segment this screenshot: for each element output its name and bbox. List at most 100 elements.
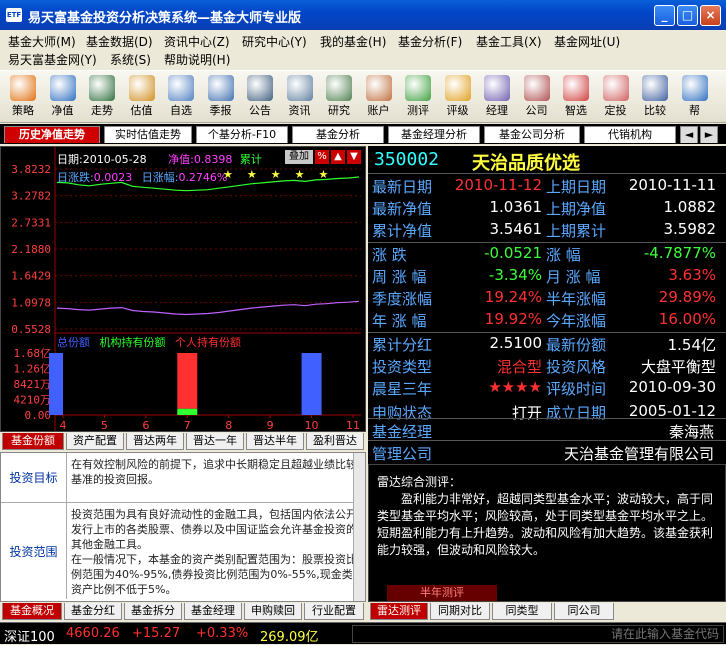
toolbar-smart-select-button[interactable]: 智选: [559, 75, 593, 122]
tab-dividends[interactable]: 基金分红: [64, 603, 122, 620]
tab-fund-analysis[interactable]: 基金分析: [292, 126, 384, 143]
stat-value: 2010-09-30: [628, 378, 716, 396]
toolbar-strategy-button[interactable]: 策略: [6, 75, 40, 122]
stack-button[interactable]: 叠加: [285, 150, 313, 164]
menu-info-center[interactable]: 资讯中心(Z): [164, 33, 230, 50]
tab-history-nav[interactable]: 历史净值走势: [4, 126, 100, 143]
tab-company-analysis[interactable]: 基金公司分析: [484, 126, 580, 143]
toolbar-evaluation-button[interactable]: 测评: [401, 75, 435, 122]
tab-fund-shares[interactable]: 基金份额: [2, 433, 64, 450]
menu-fund-analysis[interactable]: 基金分析(F): [398, 33, 462, 50]
fund-detail-panel: 350002 天治品质优选 最新日期 2010-11-12 上期日期 2010-11-…: [368, 146, 726, 464]
stat-label: 月 涨 幅: [546, 268, 601, 286]
close-button[interactable]: ×: [700, 5, 721, 26]
stat-value: 2.5100: [489, 334, 543, 352]
date-value: 2010-05-28: [82, 153, 147, 166]
title-bar: ETF 易天富基金投资分析决策系统—基金大师专业版 _ □ ×: [0, 0, 726, 30]
scope-label: 投资范围: [1, 503, 67, 599]
menu-fund-urls[interactable]: 基金网址(U): [554, 33, 620, 50]
bar-x-tick-label: 6: [142, 419, 149, 431]
stat-label: 今年涨幅: [546, 312, 607, 330]
menu-help[interactable]: 帮助说明(H): [164, 51, 230, 68]
zoom-in-icon[interactable]: ▲: [331, 150, 345, 164]
company-label: 管理公司: [372, 445, 433, 463]
toolbar-nav-button[interactable]: 净值: [46, 75, 80, 122]
toolbar-label: 比较: [644, 104, 666, 117]
tab-agencies[interactable]: 代销机构: [584, 126, 676, 143]
stat-label: 晨星三年: [372, 380, 433, 398]
tab-scroll-left-button[interactable]: ◄: [680, 126, 698, 143]
toolbar-fixed-invest-button[interactable]: 定投: [599, 75, 633, 122]
index-change: +15.27: [132, 626, 181, 641]
tab-realtime-valuation[interactable]: 实时估值走势: [104, 126, 192, 143]
company-icon: [523, 75, 550, 101]
menu-fund-master[interactable]: 基金大师(M): [8, 33, 76, 50]
toolbar-announcement-button[interactable]: 公告: [243, 75, 277, 122]
maximize-button[interactable]: □: [677, 5, 698, 26]
tab-period-compare[interactable]: 同期对比: [430, 603, 490, 620]
tab-two-year[interactable]: 晋达两年: [126, 433, 184, 450]
tab-split[interactable]: 基金拆分: [124, 603, 182, 620]
toolbar-account-button[interactable]: 账户: [362, 75, 396, 122]
divider: [368, 332, 726, 333]
toolbar-label: 账户: [367, 104, 390, 117]
toolbar-label: 经理: [486, 104, 508, 117]
tab-manager-analysis[interactable]: 基金经理分析: [388, 126, 480, 143]
tab-f10[interactable]: 个基分析-F10: [196, 126, 288, 143]
tab-asset-allocation[interactable]: 资产配置: [66, 433, 124, 450]
menu-system[interactable]: 系统(S): [110, 51, 151, 68]
zoom-out-icon[interactable]: ▼: [347, 150, 361, 164]
toolbar-compare-button[interactable]: 比较: [638, 75, 672, 122]
index-volume: 269.09亿: [260, 630, 319, 645]
chart-info-row2: 日涨跌:0.0023 日涨幅:0.2746%: [57, 169, 227, 185]
fund-code-input[interactable]: [352, 625, 724, 643]
personal-share-bar: [177, 353, 198, 409]
toolbar-research-button[interactable]: 研究: [322, 75, 356, 122]
menu-research-center[interactable]: 研究中心(Y): [242, 33, 307, 50]
bar-y-tick-label: 1.68亿: [14, 347, 52, 360]
toolbar-manager-button[interactable]: 经理: [480, 75, 514, 122]
dividend-markers: ★★★★★: [223, 168, 343, 181]
tab-same-type[interactable]: 同类型: [492, 603, 552, 620]
toolbar-watchlist-button[interactable]: 自选: [164, 75, 198, 122]
tab-manager[interactable]: 基金经理: [184, 603, 242, 620]
bar-x-tick-label: 10: [305, 419, 319, 431]
app-logo-icon: ETF: [6, 8, 22, 22]
fund-code: 350002: [374, 149, 440, 170]
toolbar-label: 评级: [446, 104, 469, 117]
toolbar-label: 公司: [525, 104, 548, 117]
tab-radar-review[interactable]: 雷达测评: [370, 603, 428, 620]
scope-row: 投资范围 投资范围为具有良好流动性的金融工具，包括国内依法公开发行上市的各类股票…: [1, 503, 363, 599]
toolbar-help-button[interactable]: 帮: [678, 75, 712, 122]
stat-value: 3.63%: [668, 266, 716, 284]
window-title: 易天富基金投资分析决策系统—基金大师专业版: [28, 11, 302, 26]
toolbar-valuation-button[interactable]: 估值: [125, 75, 159, 122]
stat-label: 季度涨幅: [372, 290, 433, 308]
menu-etf-site[interactable]: 易天富基金网(Y): [8, 51, 97, 68]
percent-button[interactable]: %: [315, 150, 329, 164]
tab-scroll-right-button[interactable]: ►: [700, 126, 718, 143]
tab-subscribe-redeem[interactable]: 申购赎回: [244, 603, 302, 620]
tab-half-year[interactable]: 晋达半年: [246, 433, 304, 450]
top-tab-bar: 历史净值走势 实时估值走势 个基分析-F10 基金分析 基金经理分析 基金公司分…: [0, 124, 726, 144]
tab-profit[interactable]: 盈利晋达: [306, 433, 364, 450]
stat-value: 1.0882: [663, 198, 717, 216]
toolbar-quarterly-report-button[interactable]: 季报: [204, 75, 238, 122]
stat-label: 上期累计: [546, 222, 607, 240]
tab-industry[interactable]: 行业配置: [304, 603, 364, 620]
toolbar-rating-button[interactable]: 评级: [441, 75, 475, 122]
toolbar-news-button[interactable]: 资讯: [283, 75, 317, 122]
minimize-button[interactable]: _: [654, 5, 675, 26]
tab-same-company[interactable]: 同公司: [554, 603, 614, 620]
toolbar-trend-button[interactable]: 走势: [85, 75, 119, 122]
nav-chart: 3.8232 3.2782 2.7331 2.1880 1.6429 1.0978 0.55…: [11, 147, 361, 431]
menu-my-funds[interactable]: 我的基金(H): [320, 33, 386, 50]
menu-fund-data[interactable]: 基金数据(D): [86, 33, 153, 50]
toolbar-company-button[interactable]: 公司: [520, 75, 554, 122]
tab-one-year[interactable]: 晋达一年: [186, 433, 244, 450]
half-year-review-label: 半年测评: [387, 585, 497, 601]
menu-fund-tools[interactable]: 基金工具(X): [476, 33, 542, 50]
stat-label: 年 涨 幅: [372, 312, 427, 330]
tab-fund-profile[interactable]: 基金概况: [2, 603, 62, 620]
info-scrollbar[interactable]: [353, 453, 365, 601]
